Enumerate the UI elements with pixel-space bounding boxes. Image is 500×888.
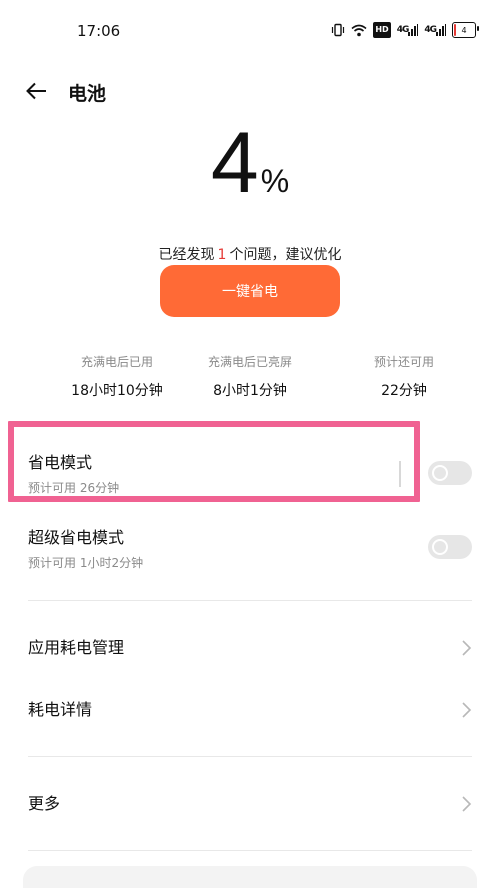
super-power-saving-mode-toggle[interactable] <box>428 535 472 559</box>
highlight-box <box>8 421 420 502</box>
hd-badge: HD <box>373 22 391 38</box>
signal-icon: 4G <box>397 22 419 38</box>
chevron-right-icon <box>462 796 472 812</box>
chevron-right-icon <box>462 702 472 718</box>
bottom-card <box>23 866 477 888</box>
status-bar: 17:06 HD 4G 4G 4 <box>0 0 500 62</box>
app-power-management-row[interactable]: 应用耗电管理 <box>28 638 472 658</box>
header: 电池 <box>0 70 500 112</box>
issue-prefix: 已经发现 <box>158 247 215 263</box>
toggle-knob <box>432 539 448 555</box>
issue-summary: 已经发现 1 个问题，建议优化 <box>0 244 500 264</box>
divider <box>28 756 472 757</box>
battery-percent-sign: % <box>260 163 290 199</box>
app-power-management-label: 应用耗电管理 <box>28 638 125 657</box>
issue-count: 1 <box>217 247 227 263</box>
wifi-icon <box>351 22 367 38</box>
divider <box>28 600 472 601</box>
page-title: 电池 <box>68 83 107 105</box>
divider <box>28 850 472 851</box>
stat-value: 8小时1分钟 <box>213 383 287 399</box>
stat-label: 充满电后已亮屏 <box>207 355 292 369</box>
status-time: 17:06 <box>77 22 121 40</box>
signal-icon-2: 4G <box>424 22 446 38</box>
super-power-saving-mode-row[interactable]: 超级省电模式 预计可用 1小时2分钟 <box>28 528 472 571</box>
vibrate-icon <box>331 22 345 38</box>
battery-percent: 4% <box>0 118 500 208</box>
chevron-right-icon <box>462 640 472 656</box>
one-tap-save-label: 一键省电 <box>222 284 278 300</box>
power-details-row[interactable]: 耗电详情 <box>28 700 472 720</box>
more-row[interactable]: 更多 <box>28 794 472 814</box>
power-saving-mode-toggle[interactable] <box>428 461 472 485</box>
power-details-label: 耗电详情 <box>28 700 93 719</box>
battery-level-text: 4 <box>461 25 467 35</box>
battery-percent-value: 4 <box>210 115 259 211</box>
back-arrow-icon[interactable] <box>24 78 50 104</box>
super-power-saving-mode-title: 超级省电模式 <box>28 528 125 547</box>
stat-screen-on-since-full: 充满电后已亮屏 8小时1分钟 <box>165 354 335 400</box>
more-label: 更多 <box>28 794 61 813</box>
stat-remaining: 预计还可用 22分钟 <box>319 354 489 400</box>
status-icons: HD 4G 4G 4 <box>331 22 479 38</box>
battery-icon: 4 <box>452 22 479 38</box>
stat-label: 预计还可用 <box>373 355 434 369</box>
one-tap-save-button[interactable]: 一键省电 <box>160 265 340 317</box>
signal-label: 4G <box>396 25 410 35</box>
usage-stats: 充满电后已用 18小时10分钟 充满电后已亮屏 8小时1分钟 预计还可用 22分… <box>0 354 500 414</box>
signal-label-2: 4G <box>424 25 437 35</box>
toggle-knob <box>432 465 448 481</box>
battery-fill <box>454 24 456 36</box>
super-power-saving-mode-subtitle: 预计可用 1小时2分钟 <box>28 556 144 570</box>
stat-value: 22分钟 <box>381 383 427 399</box>
issue-suffix: 个问题，建议优化 <box>229 247 342 263</box>
